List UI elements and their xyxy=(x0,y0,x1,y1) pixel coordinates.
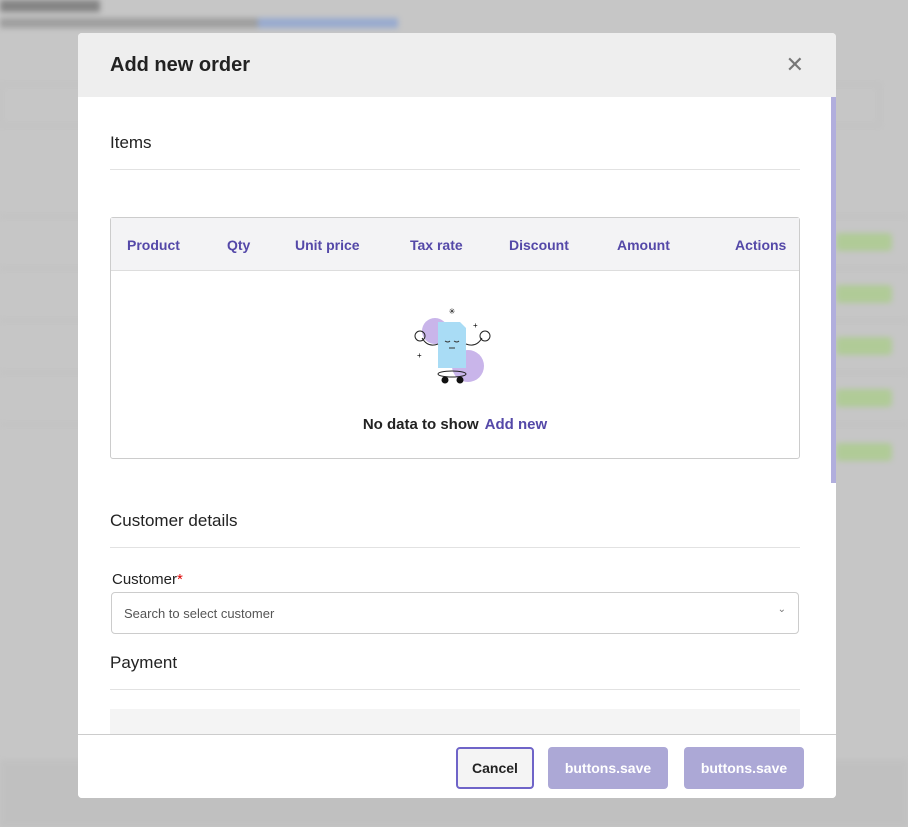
customer-label: Customer* xyxy=(112,571,183,588)
add-new-link[interactable]: Add new xyxy=(485,416,548,433)
save-button[interactable]: buttons.save xyxy=(548,747,668,789)
scrollbar[interactable] xyxy=(831,97,836,483)
svg-text:+: + xyxy=(473,321,478,330)
customer-label-text: Customer xyxy=(112,571,178,588)
table-header: Product Qty Unit price Tax rate Discount… xyxy=(111,218,799,271)
col-product: Product xyxy=(127,237,180,253)
required-mark: * xyxy=(177,571,183,588)
modal-title: Add new order xyxy=(110,53,251,76)
empty-text: No data to show xyxy=(362,416,479,433)
empty-illustration: ✳ + + xyxy=(111,306,799,401)
items-heading: Items xyxy=(110,133,800,170)
col-discount: Discount xyxy=(509,237,569,253)
chevron-down-icon: ⌄ xyxy=(777,604,786,615)
payment-heading: Payment xyxy=(110,653,800,690)
payment-section xyxy=(110,709,800,734)
customer-select[interactable]: Search to select customer ⌄ xyxy=(111,592,799,634)
modal-header: Add new order ✕ xyxy=(78,33,836,97)
col-actions: Actions xyxy=(735,237,787,253)
col-amount: Amount xyxy=(617,237,670,253)
col-tax-rate: Tax rate xyxy=(410,237,463,253)
svg-text:+: + xyxy=(417,351,422,360)
save-button-secondary[interactable]: buttons.save xyxy=(684,747,804,789)
col-qty: Qty xyxy=(227,237,251,253)
svg-text:✳: ✳ xyxy=(449,307,456,316)
empty-state: No data to show Add new xyxy=(111,416,799,433)
add-order-modal: Add new order ✕ Items Product Qty Unit p… xyxy=(78,33,836,798)
modal-footer: Cancel buttons.save buttons.save xyxy=(78,734,836,798)
modal-body: Items Product Qty Unit price Tax rate Di… xyxy=(78,97,836,734)
cancel-button[interactable]: Cancel xyxy=(456,747,534,789)
close-icon[interactable]: ✕ xyxy=(786,54,804,76)
customer-heading: Customer details xyxy=(110,511,800,548)
items-table: Product Qty Unit price Tax rate Discount… xyxy=(110,217,800,459)
col-unit-price: Unit price xyxy=(295,237,360,253)
customer-placeholder: Search to select customer xyxy=(124,606,275,621)
